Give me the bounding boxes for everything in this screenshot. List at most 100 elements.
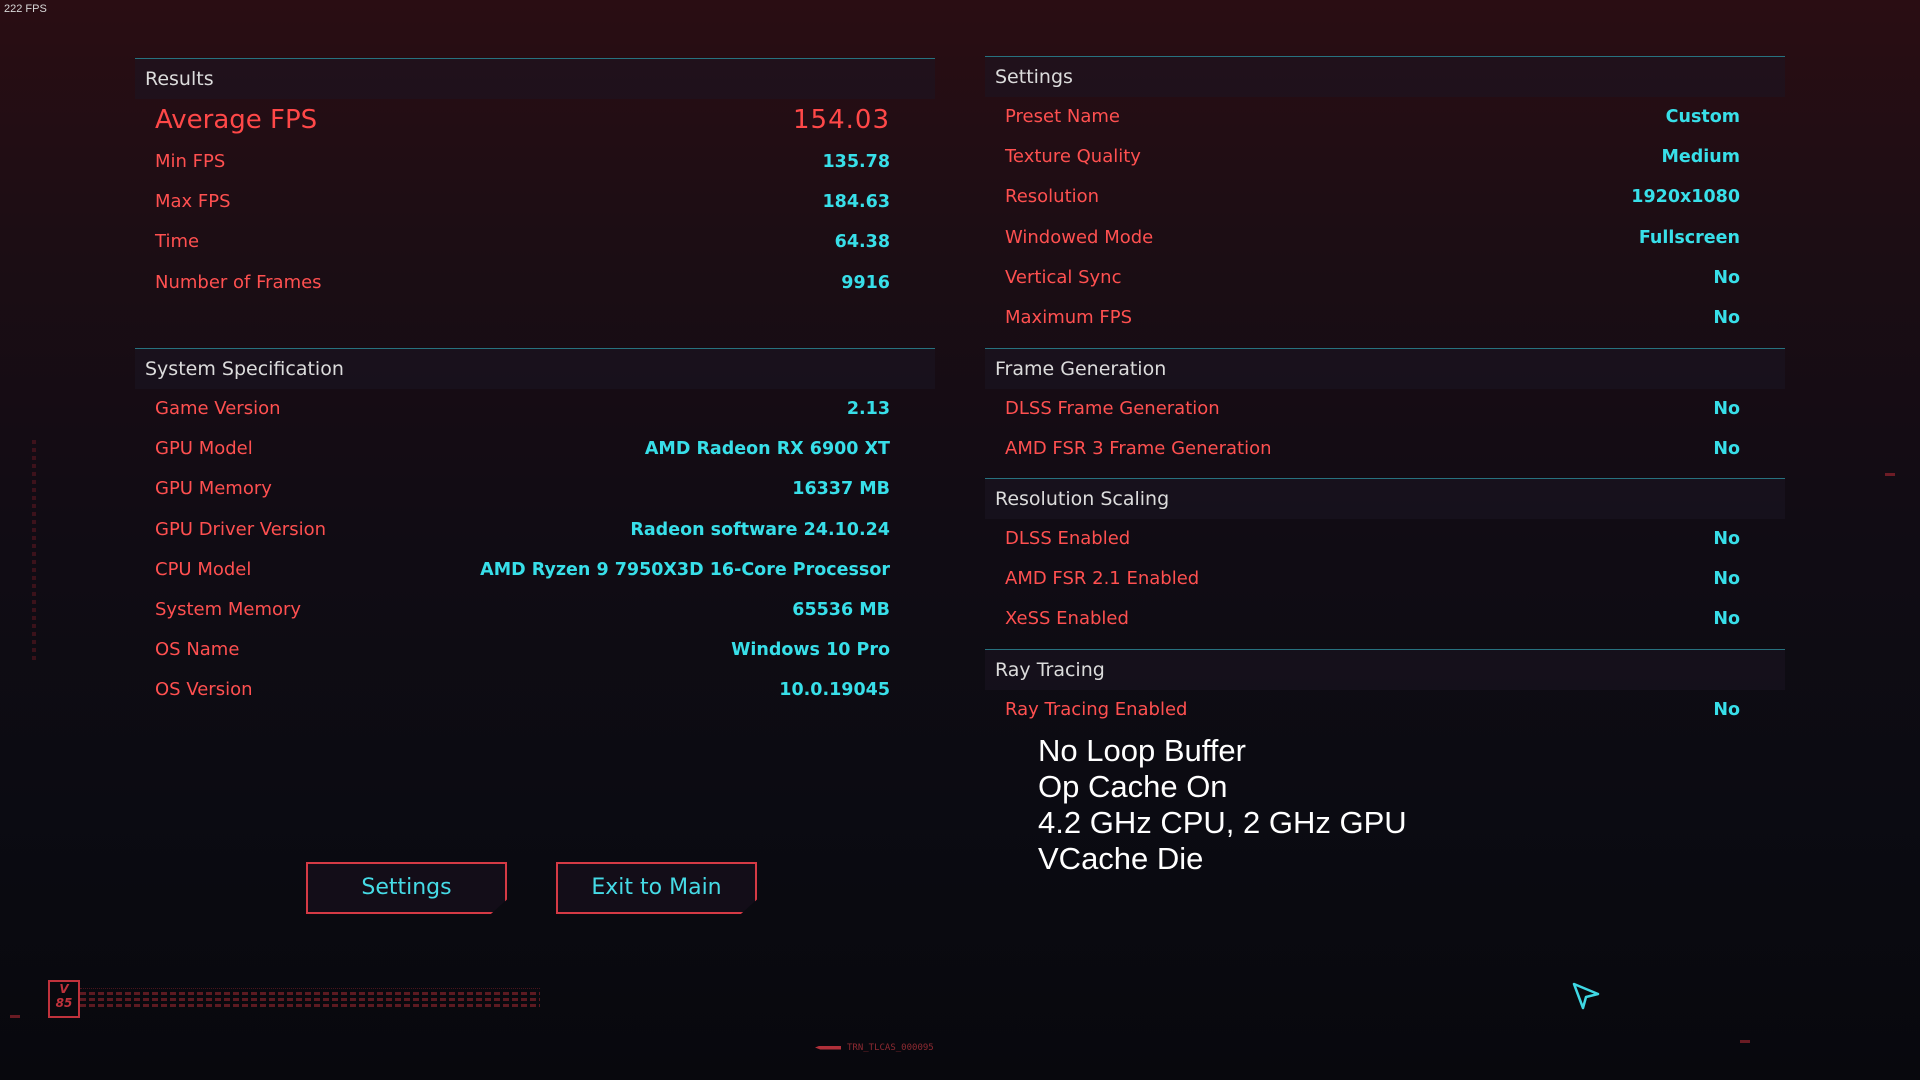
spec-label: GPU Memory <box>155 478 272 500</box>
spec-label: OS Version <box>155 679 253 701</box>
spec-label: System Memory <box>155 598 302 620</box>
corner-mark-decoration <box>1740 1040 1750 1043</box>
setting-label: AMD FSR 3 Frame Generation <box>1005 438 1272 460</box>
setting-value: Medium <box>1661 147 1740 168</box>
fps-counter: 222 FPS <box>4 3 47 15</box>
spec-row: GPU Driver Version Radeon software 24.10… <box>135 510 935 550</box>
average-fps-row: Average FPS 154.03 <box>135 99 935 142</box>
system-spec-title: System Specification <box>135 349 935 389</box>
setting-label: Vertical Sync <box>1005 266 1122 288</box>
setting-row: AMD FSR 3 Frame Generation No <box>985 429 1785 469</box>
setting-value: No <box>1713 399 1740 419</box>
setting-value: Custom <box>1665 107 1740 127</box>
overlay-note-line: No Loop Buffer <box>1038 733 1246 768</box>
setting-row: Maximum FPS No <box>985 298 1785 338</box>
setting-value: No <box>1713 569 1740 590</box>
system-spec-panel: System Specification Game Version 2.13 G… <box>135 348 935 711</box>
spec-value: 65536 MB <box>792 599 890 620</box>
spec-row: OS Version 10.0.19045 <box>135 670 935 710</box>
corner-mark-decoration <box>10 1015 20 1018</box>
setting-row: Windowed Mode Fullscreen <box>985 218 1785 258</box>
setting-label: Texture Quality <box>1005 146 1141 168</box>
spec-row: CPU Model AMD Ryzen 9 7950X3D 16-Core Pr… <box>135 550 935 590</box>
result-row-max-fps: Max FPS 184.63 <box>135 182 935 222</box>
average-fps-label: Average FPS <box>155 105 318 135</box>
setting-row: XeSS Enabled No <box>985 599 1785 639</box>
spec-value: Radeon software 24.10.24 <box>630 519 890 540</box>
spec-label: GPU Driver Version <box>155 518 326 540</box>
v85-logo-icon: V 85 <box>48 980 80 1018</box>
setting-value: No <box>1713 307 1740 328</box>
setting-row: Ray Tracing Enabled No <box>985 690 1785 730</box>
settings-panel: Settings Preset Name Custom Texture Qual… <box>985 56 1785 338</box>
spec-label: OS Name <box>155 639 240 661</box>
result-value: 64.38 <box>834 232 890 253</box>
side-decoration <box>32 440 36 660</box>
setting-label: Resolution <box>1005 186 1100 208</box>
result-row-time: Time 64.38 <box>135 222 935 262</box>
overlay-note: No Loop Buffer Op Cache On 4.2 GHz CPU, … <box>1038 733 1407 877</box>
result-label: Number of Frames <box>155 271 322 293</box>
frame-generation-panel: Frame Generation DLSS Frame Generation N… <box>985 348 1785 469</box>
spec-label: CPU Model <box>155 558 252 580</box>
overlay-note-line: VCache Die <box>1038 841 1204 876</box>
spec-value: 10.0.19045 <box>779 680 890 701</box>
spec-row: OS Name Windows 10 Pro <box>135 630 935 670</box>
setting-row: Texture Quality Medium <box>985 137 1785 177</box>
setting-row: Preset Name Custom <box>985 97 1785 137</box>
spec-label: Game Version <box>155 398 281 419</box>
footer-code: TRN_TLCAS_000095 <box>815 1043 934 1053</box>
setting-value: No <box>1713 700 1740 720</box>
setting-label: Maximum FPS <box>1005 306 1133 328</box>
exit-to-main-menu-button[interactable]: Exit to Main Menu <box>556 862 757 914</box>
frame-generation-title: Frame Generation <box>985 349 1785 389</box>
result-label: Min FPS <box>155 151 226 172</box>
setting-value: No <box>1713 529 1740 549</box>
setting-label: XeSS Enabled <box>1005 608 1129 630</box>
ray-tracing-panel: Ray Tracing Ray Tracing Enabled No <box>985 649 1785 730</box>
setting-label: Preset Name <box>1005 106 1120 127</box>
result-value: 184.63 <box>822 192 890 213</box>
setting-row: DLSS Enabled No <box>985 519 1785 559</box>
result-value: 135.78 <box>822 152 890 172</box>
ray-tracing-title: Ray Tracing <box>985 650 1785 690</box>
setting-value: 1920x1080 <box>1631 187 1740 208</box>
spec-value: Windows 10 Pro <box>731 640 890 661</box>
average-fps-value: 154.03 <box>793 105 890 135</box>
setting-label: DLSS Frame Generation <box>1005 398 1220 419</box>
results-title: Results <box>135 59 935 99</box>
setting-value: Fullscreen <box>1638 227 1740 248</box>
result-value: 9916 <box>841 272 890 293</box>
spec-row: Game Version 2.13 <box>135 389 935 429</box>
spec-value: 16337 MB <box>792 479 890 500</box>
setting-value: No <box>1713 609 1740 630</box>
resolution-scaling-panel: Resolution Scaling DLSS Enabled No AMD F… <box>985 478 1785 640</box>
setting-row: Resolution 1920x1080 <box>985 177 1785 217</box>
fine-print-decoration <box>80 988 540 1007</box>
result-row-frames: Number of Frames 9916 <box>135 263 935 303</box>
spec-value: AMD Radeon RX 6900 XT <box>644 439 890 460</box>
setting-label: Ray Tracing Enabled <box>1005 699 1188 720</box>
settings-title: Settings <box>985 57 1785 97</box>
setting-value: No <box>1713 267 1740 288</box>
overlay-note-line: 4.2 GHz CPU, 2 GHz GPU <box>1038 805 1407 840</box>
setting-row: DLSS Frame Generation No <box>985 389 1785 429</box>
result-label: Time <box>155 231 200 253</box>
spec-value: AMD Ryzen 9 7950X3D 16-Core Processor <box>480 559 890 580</box>
result-row-min-fps: Min FPS 135.78 <box>135 142 935 182</box>
resolution-scaling-title: Resolution Scaling <box>985 479 1785 519</box>
result-label: Max FPS <box>155 191 231 213</box>
overlay-note-line: Op Cache On <box>1038 769 1228 804</box>
results-panel: Results Average FPS 154.03 Min FPS 135.7… <box>135 58 935 303</box>
spec-label: GPU Model <box>155 438 253 460</box>
setting-label: DLSS Enabled <box>1005 528 1131 549</box>
spec-value: 2.13 <box>846 399 890 419</box>
settings-button[interactable]: Settings <box>306 862 507 914</box>
cursor-icon <box>1572 982 1600 1010</box>
setting-label: AMD FSR 2.1 Enabled <box>1005 568 1200 590</box>
setting-row: AMD FSR 2.1 Enabled No <box>985 559 1785 599</box>
setting-row: Vertical Sync No <box>985 258 1785 298</box>
spec-row: GPU Model AMD Radeon RX 6900 XT <box>135 429 935 469</box>
corner-mark-decoration <box>1885 473 1895 476</box>
setting-value: No <box>1713 439 1740 460</box>
